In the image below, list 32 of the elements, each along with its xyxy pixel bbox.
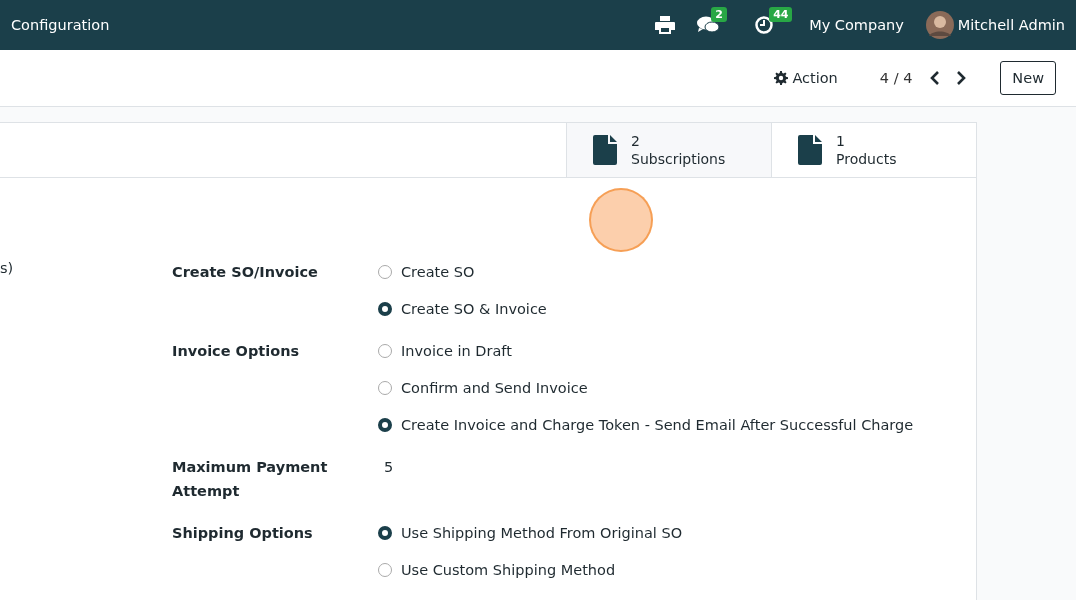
radio-label: Confirm and Send Invoice (401, 379, 588, 398)
message-count-badge: 2 (711, 7, 727, 22)
previous-icon[interactable] (930, 71, 941, 85)
user-menu[interactable]: Mitchell Admin (957, 17, 1065, 33)
printer-icon[interactable] (655, 16, 676, 34)
radio-button[interactable] (378, 302, 392, 316)
avatar-icon[interactable] (925, 11, 954, 39)
company-switcher[interactable]: My Company (809, 17, 904, 33)
radio-label: Use Custom Shipping Method (401, 561, 616, 580)
field-label: Shipping Options (172, 524, 314, 543)
radio-label: Create Invoice and Charge Token - Send Email After Successful Charge (401, 416, 914, 435)
radio-label: Invoice in Draft (401, 342, 512, 361)
field-value: 5 (383, 458, 395, 477)
new-button[interactable]: New (1000, 61, 1056, 95)
smart-button[interactable]: 1 Products (771, 123, 976, 177)
field-label: Create SO/Invoice (172, 263, 319, 282)
next-icon[interactable] (956, 71, 967, 85)
smart-button[interactable]: 2 Subscriptions (566, 123, 771, 177)
pager-counter[interactable]: 4 / 4 (879, 70, 913, 86)
activity-count-badge: 44 (769, 7, 793, 22)
field-label: Maximum Payment Attempt (172, 458, 329, 501)
radio-button[interactable] (378, 418, 392, 432)
label-fragment: s) (0, 260, 14, 276)
field-label: Invoice Options (172, 342, 301, 361)
action-menu-button[interactable]: Action (768, 69, 844, 87)
radio-label: Use Shipping Method From Original SO (401, 524, 683, 543)
gear-icon (774, 71, 789, 85)
clock-icon[interactable] (755, 16, 774, 34)
app-menu-title[interactable]: Configuration (11, 17, 110, 33)
radio-button[interactable] (378, 526, 392, 540)
radio-label: Create SO (401, 263, 475, 282)
radio-label: Create SO & Invoice (401, 300, 547, 319)
